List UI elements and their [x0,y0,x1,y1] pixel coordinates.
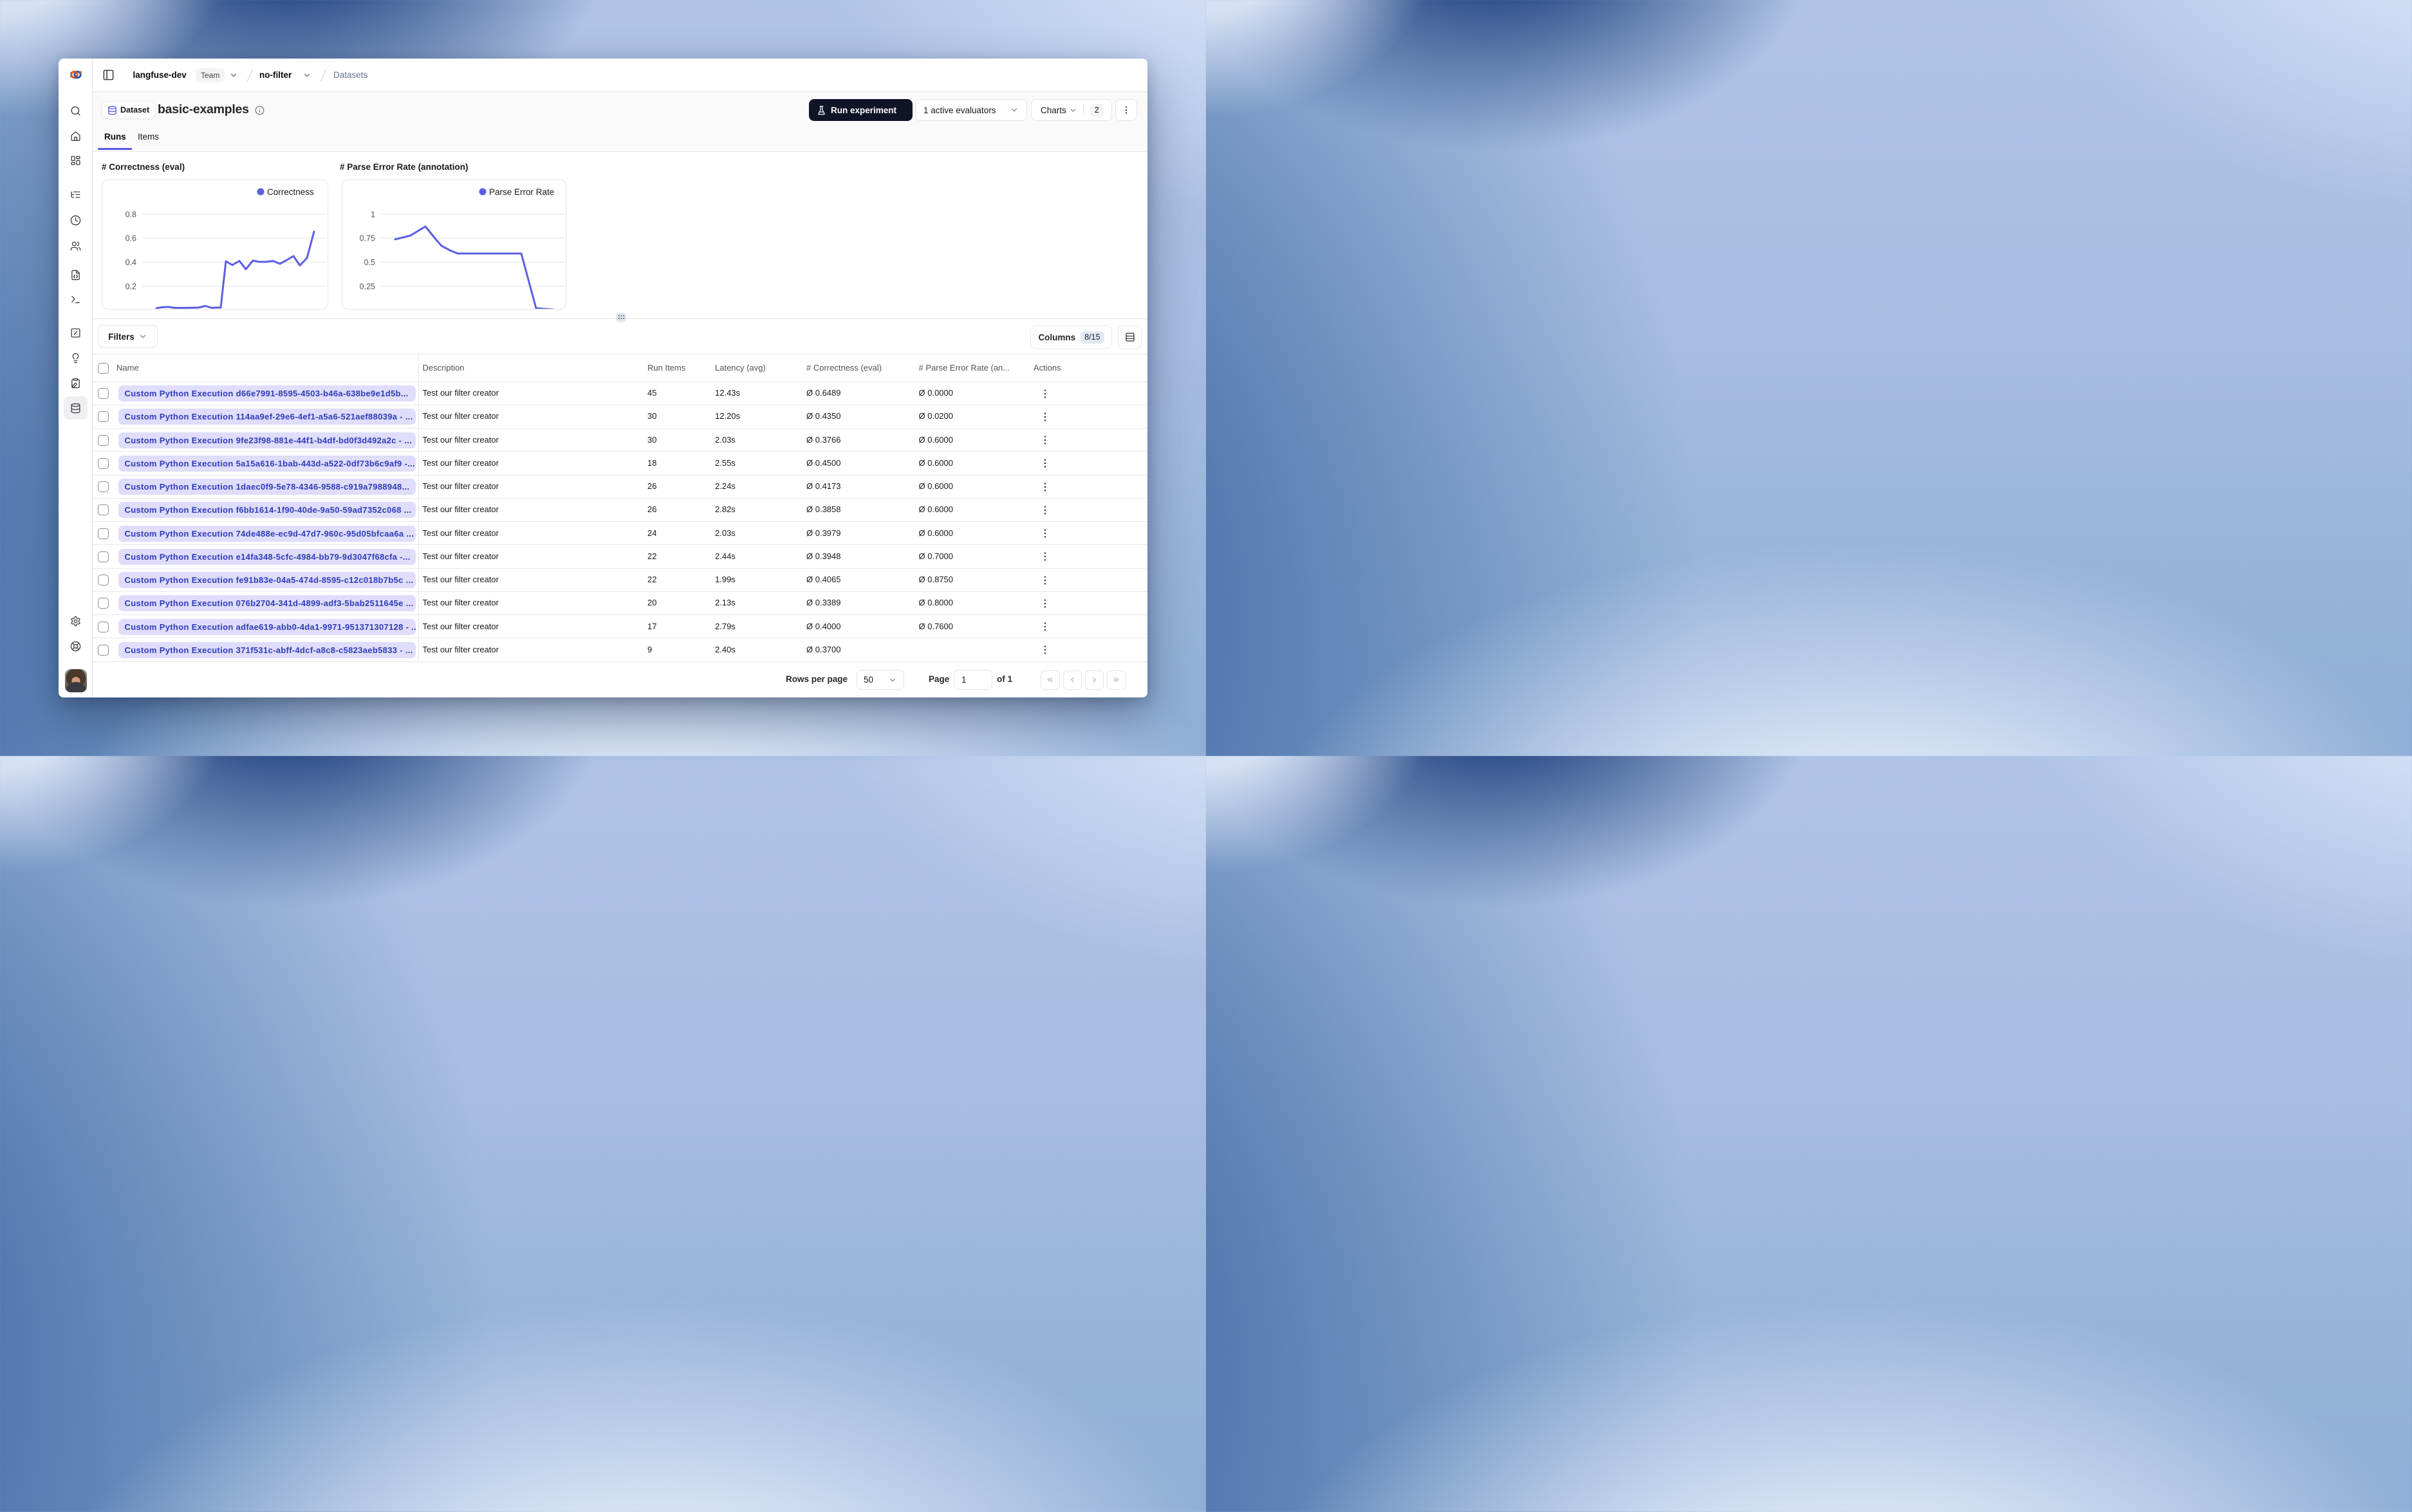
svg-text:0.5: 0.5 [364,258,375,267]
svg-text:1: 1 [371,210,375,219]
svg-text:Parse Error Rate: Parse Error Rate [489,187,554,197]
svg-text:0.25: 0.25 [359,282,375,291]
svg-text:0.4: 0.4 [125,258,136,267]
svg-text:Correctness: Correctness [267,187,314,197]
svg-text:0.8: 0.8 [125,210,136,219]
svg-text:0.2: 0.2 [125,282,136,291]
svg-text:0.75: 0.75 [359,234,375,243]
svg-text:0.6: 0.6 [125,234,136,243]
